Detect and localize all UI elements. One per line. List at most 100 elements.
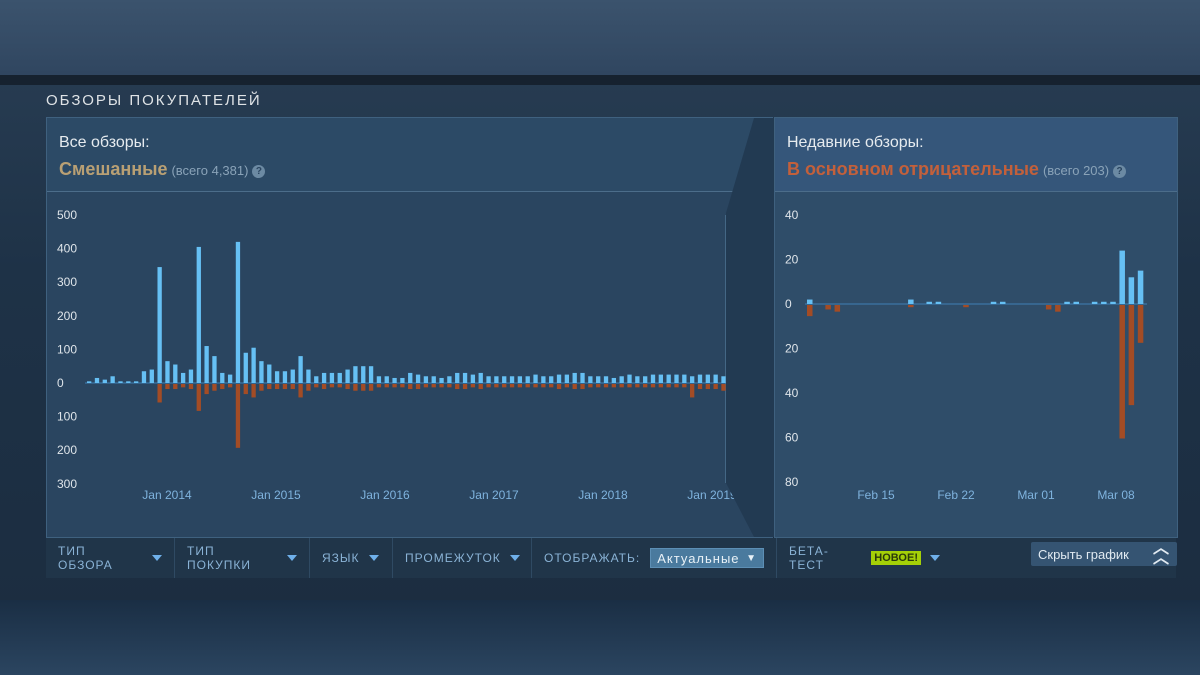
all-reviews-count: (всего 4,381) (171, 163, 249, 178)
positive-bar (455, 372, 460, 383)
negative-bar (658, 384, 663, 388)
negative-bar (533, 384, 538, 388)
positive-bar (180, 372, 186, 383)
y-tick-label: 400 (57, 242, 77, 256)
negative-bar (353, 384, 358, 391)
negative-bar (682, 384, 687, 388)
negative-bar (173, 384, 178, 390)
positive-bar (235, 241, 241, 383)
negative-bar (564, 384, 570, 388)
positive-bar (220, 372, 225, 383)
all-reviews-histogram[interactable]: 500 400 300 200 100 0 100 200 300 Jan 2014 Jan 201… (47, 193, 774, 538)
positive-bar (990, 301, 997, 304)
positive-bar (572, 372, 577, 383)
positive-bar (173, 364, 178, 383)
positive-bar (1110, 301, 1116, 304)
recent-reviews-header: Недавние обзоры: В основном отрицательны… (775, 118, 1177, 192)
filter-range[interactable]: ПРОМЕЖУТОК (393, 538, 532, 578)
positive-bar (926, 301, 932, 304)
positive-bar (439, 377, 444, 383)
negative-bar (447, 384, 452, 388)
positive-bar (149, 369, 154, 383)
positive-bar (361, 366, 366, 383)
all-reviews-panel: Все обзоры: Смешанные (всего 4,381)? 500 4… (46, 117, 773, 538)
positive-bar (674, 374, 679, 383)
display-select[interactable]: Актуальные ▼ (650, 548, 764, 568)
filter-beta-label: БЕТА-ТЕСТ (789, 544, 829, 572)
negative-bar (314, 384, 319, 388)
positive-bar (509, 376, 515, 383)
negative-bar (384, 384, 389, 388)
positive-bar (259, 361, 264, 383)
question-circle-icon[interactable]: ? (1113, 165, 1127, 178)
positive-bar (666, 374, 671, 383)
recent-reviews-count: (всего 203) (1042, 163, 1110, 178)
all-reviews-rating[interactable]: Смешанные (59, 159, 167, 179)
filter-beta[interactable]: БЕТА-ТЕСТ НОВОЕ! (777, 538, 952, 578)
negative-bar (666, 384, 671, 388)
negative-bar (834, 305, 841, 312)
negative-bar (627, 384, 632, 388)
x-tick-label: Feb 15 (857, 488, 895, 502)
negative-bar (963, 305, 969, 308)
negative-bar (825, 305, 831, 310)
positive-bar (486, 376, 491, 383)
y-tick-label: 200 (57, 309, 77, 323)
negative-bar (517, 384, 523, 388)
negative-bar (509, 384, 515, 388)
positive-bar (274, 371, 280, 383)
store-header-band (0, 0, 1200, 85)
positive-bar (314, 376, 319, 383)
filter-purchase-type[interactable]: ТИП ПОКУПКИ (175, 538, 310, 578)
positive-bar (267, 364, 272, 383)
recent-reviews-histogram[interactable]: 40 20 0 20 40 60 80 Feb 15 Feb 22 Mar 01 Mar 08 (775, 193, 1179, 538)
question-circle-icon[interactable]: ? (252, 165, 266, 178)
negative-bar (165, 384, 170, 390)
negative-bar (188, 384, 194, 390)
filter-review-type[interactable]: ТИП ОБЗОРА (46, 538, 175, 578)
recent-reviews-rating[interactable]: В основном отрицательные (787, 159, 1039, 179)
positive-bar (643, 376, 648, 383)
negative-bar (321, 384, 327, 390)
positive-bar (384, 376, 389, 383)
positive-bar (908, 299, 914, 304)
y-tick-label: 40 (785, 386, 799, 400)
y-tick-label: 80 (785, 475, 799, 489)
negative-bar (1137, 305, 1144, 343)
positive-bar (517, 376, 523, 383)
y-tick-label: 500 (57, 208, 77, 222)
negative-bar (298, 384, 303, 398)
positive-bar (690, 376, 695, 383)
negative-bar (713, 384, 718, 390)
x-tick-label: Jan 2017 (469, 488, 519, 502)
negative-bar (235, 384, 241, 448)
negative-bar (196, 384, 201, 411)
positive-bar (87, 381, 92, 383)
positive-bar (126, 381, 131, 383)
negative-bar (705, 384, 710, 390)
negative-bar (220, 384, 225, 390)
x-tick-label: Jan 2018 (578, 488, 628, 502)
x-tick-label: Jan 2015 (251, 488, 301, 502)
hide-graph-button[interactable]: Скрыть график ︿ ︿ (1031, 541, 1177, 567)
negative-bar (1128, 305, 1135, 406)
y-tick-label: 300 (57, 275, 77, 289)
caret-down-icon (287, 555, 297, 561)
positive-bar (588, 376, 593, 383)
negative-bar (439, 384, 444, 388)
negative-bar (643, 384, 648, 388)
positive-bar (564, 374, 570, 383)
filter-language[interactable]: ЯЗЫК (310, 538, 393, 578)
negative-bar (611, 384, 617, 388)
negative-bar (243, 384, 248, 395)
review-filter-bar: ТИП ОБЗОРА ТИП ПОКУПКИ ЯЗЫК ПРОМЕЖУТОК О… (46, 538, 1176, 578)
positive-bar (345, 369, 350, 383)
positive-bar (705, 374, 710, 383)
positive-bar (329, 372, 335, 383)
negative-bar (556, 384, 562, 390)
positive-bar (400, 377, 405, 383)
negative-bar (368, 384, 374, 391)
positive-bar (353, 366, 358, 383)
y-tick-label: 0 (785, 297, 792, 311)
positive-bar (1064, 301, 1070, 304)
